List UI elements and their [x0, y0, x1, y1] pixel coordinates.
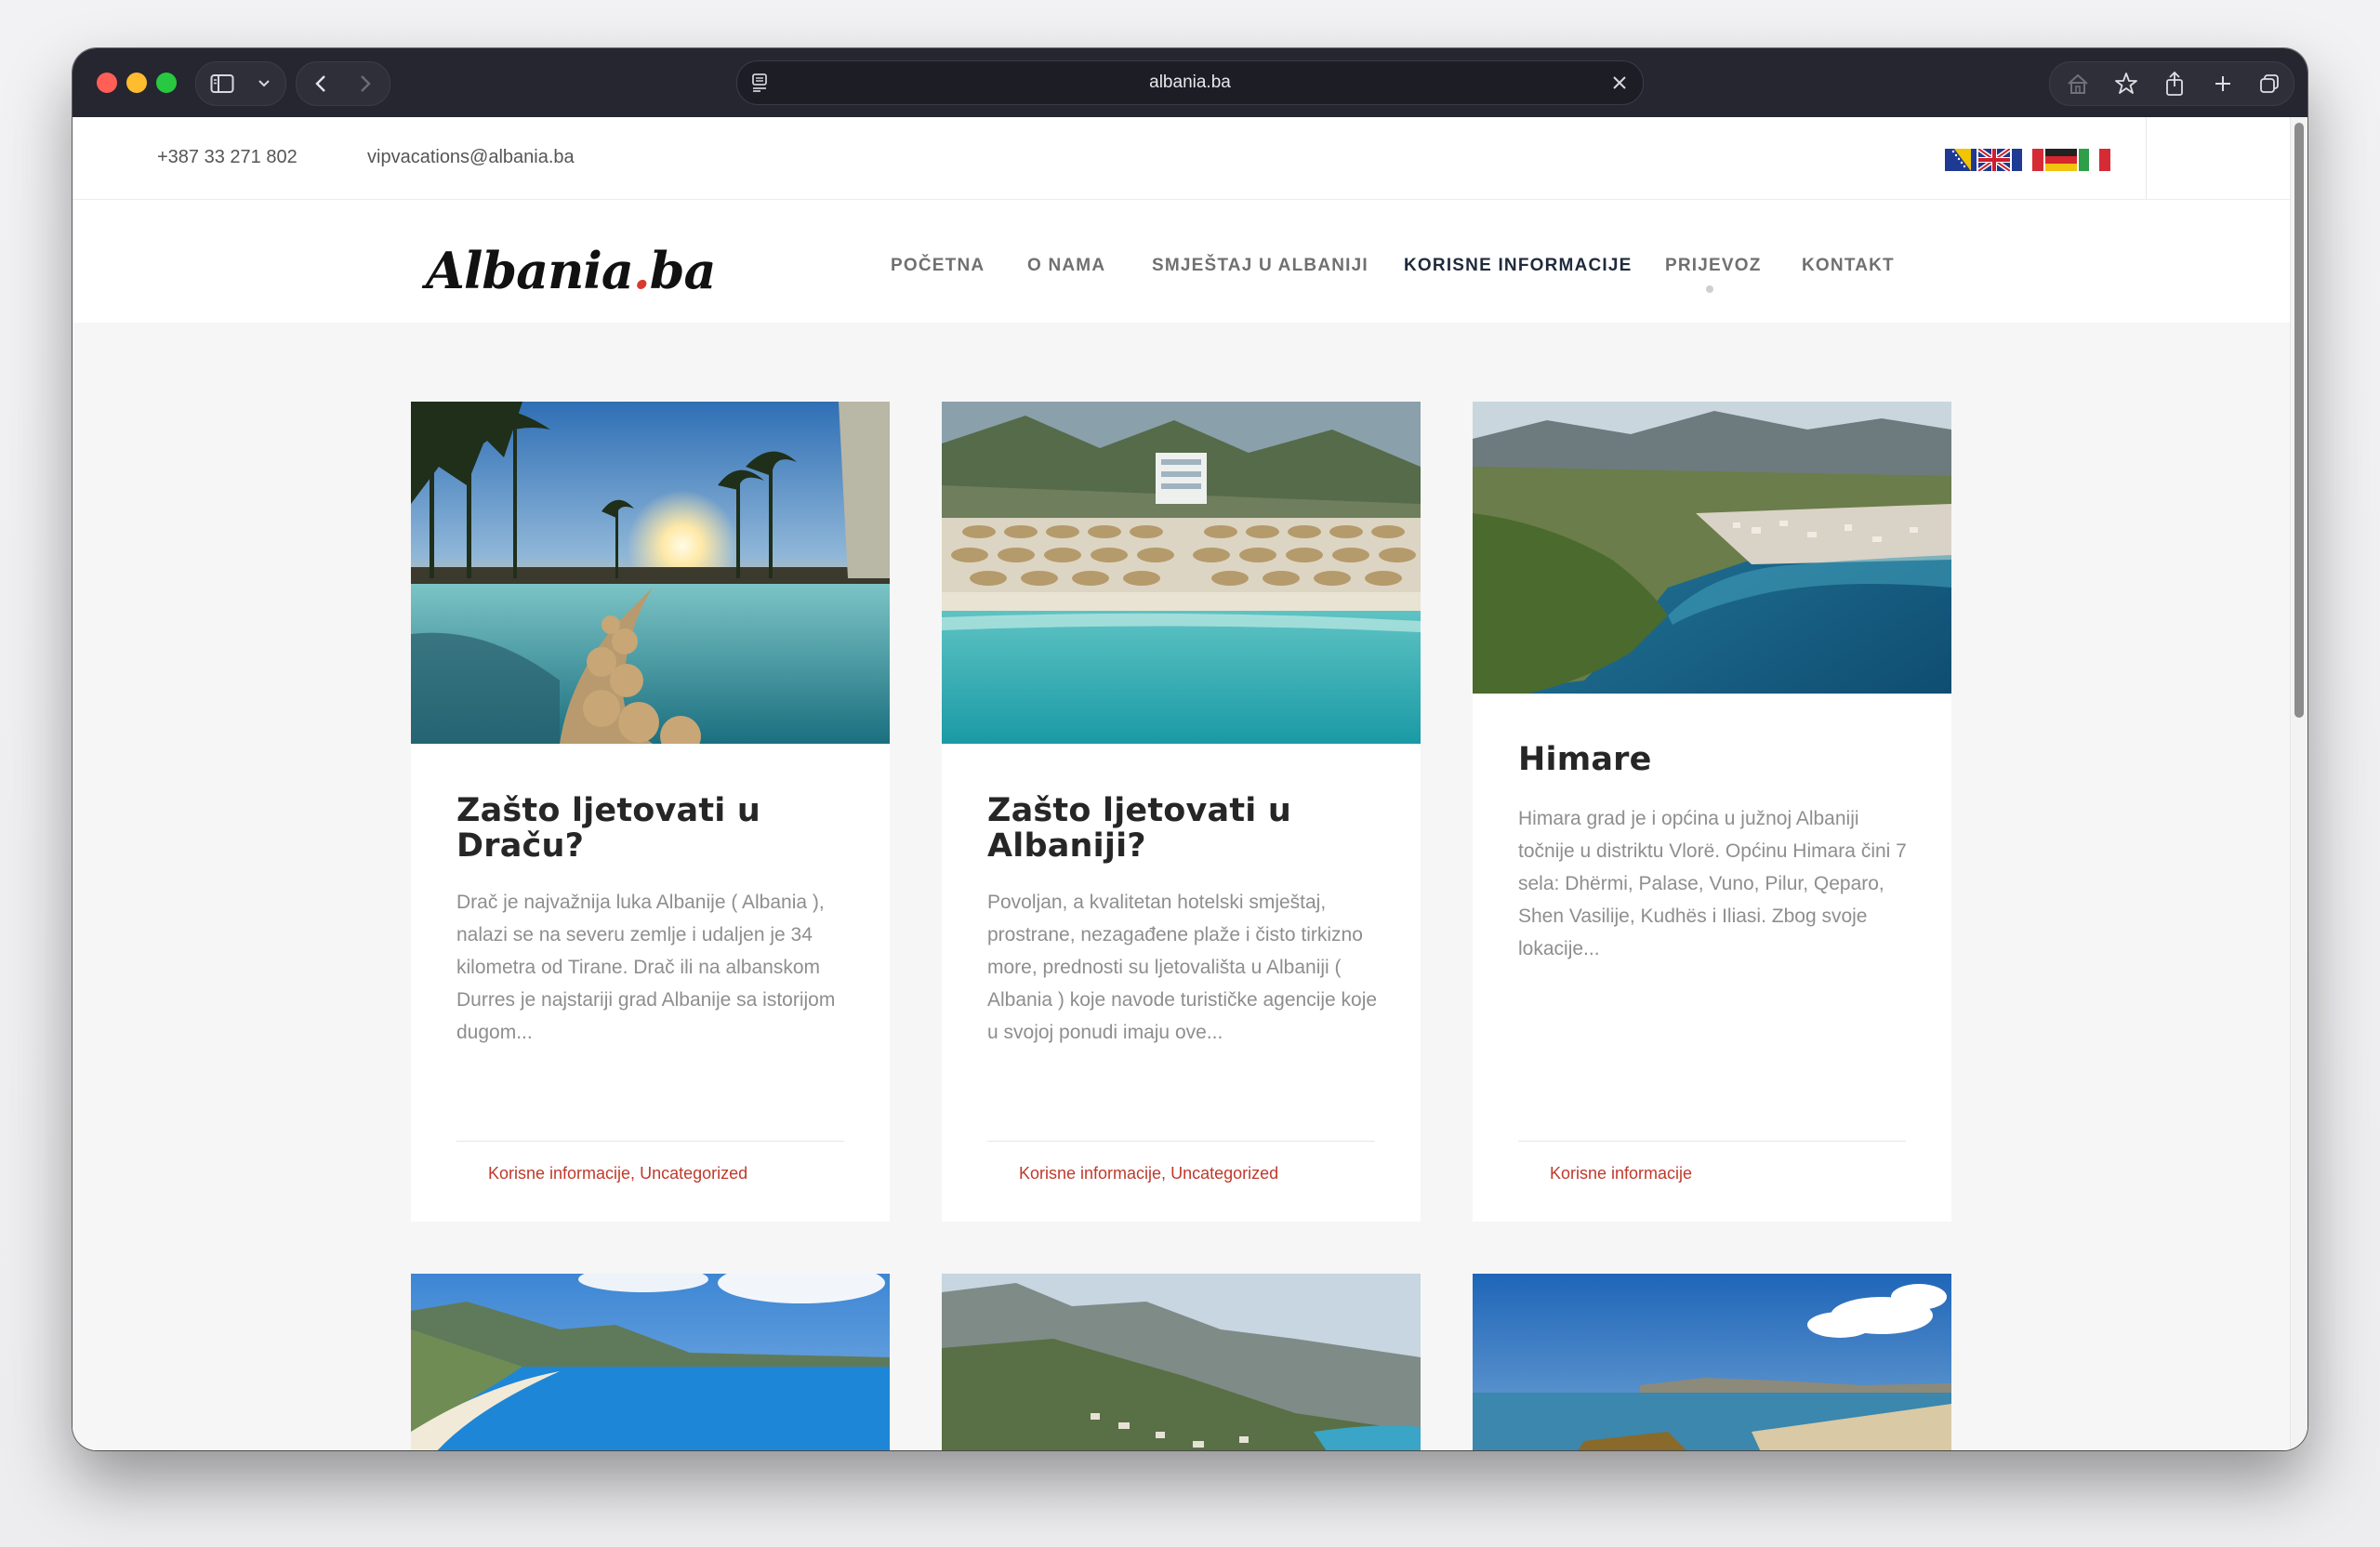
nav-item-o-nama[interactable]: O NAMA [1027, 256, 1105, 276]
post-title[interactable]: Zašto ljetovati u Albaniji? [987, 793, 1378, 864]
home-icon[interactable] [2057, 62, 2098, 105]
post-card: Zašto ljetovati u Draču? Drač je najvažn… [411, 402, 890, 1222]
clear-url-icon[interactable] [1609, 73, 1630, 98]
forward-icon[interactable] [345, 62, 386, 105]
email-link[interactable]: vipvacations@albania.ba [367, 147, 575, 168]
back-icon[interactable] [300, 62, 341, 105]
post-image-beach-hotel[interactable] [942, 402, 1421, 744]
submenu-indicator [1706, 285, 1713, 293]
url-text: albania.ba [1149, 73, 1231, 92]
post-card [411, 1274, 890, 1450]
post-image-durres-beach[interactable] [1473, 1274, 1951, 1450]
nav-item-smjestaj[interactable]: SMJEŠTAJ U ALBANIJI [1152, 256, 1368, 276]
flag-en-icon[interactable] [1978, 149, 2010, 171]
posts-grid: Zašto ljetovati u Draču? Drač je najvažn… [73, 323, 2291, 1450]
browser-window: albania.ba +387 33 271 802 vipvacations@… [73, 48, 2307, 1450]
bookmark-star-icon[interactable] [2106, 62, 2147, 105]
logo-tld-text: ba [649, 241, 717, 300]
post-image-coast-bay[interactable] [411, 1274, 890, 1450]
logo-dot-text: . [632, 241, 651, 300]
sidebar-toggle-group [195, 61, 286, 106]
nav-item-kontakt[interactable]: KONTAKT [1802, 256, 1895, 276]
post-title[interactable]: Zašto ljetovati u Draču? [456, 793, 847, 864]
language-switcher [1945, 149, 2110, 171]
topbar-divider [2146, 117, 2147, 199]
card-divider [1518, 1141, 1906, 1142]
card-divider [456, 1141, 844, 1142]
contact-bar: +387 33 271 802 vipvacations@albania.ba [73, 117, 2291, 200]
post-excerpt: Povoljan, a kvalitetan hotelski smještaj… [987, 892, 1378, 1043]
nav-item-korisne-informacije[interactable]: KORISNE INFORMACIJE [1404, 256, 1633, 276]
nav-item-pocetna[interactable]: POČETNA [891, 256, 985, 276]
flag-bs-icon[interactable] [1945, 149, 1977, 171]
sidebar-icon[interactable] [202, 62, 243, 105]
post-excerpt: Himara grad je i općina u južnoj Albanij… [1518, 808, 1907, 959]
toolbar-actions [2049, 61, 2294, 106]
browser-toolbar: albania.ba [73, 48, 2307, 118]
post-title[interactable]: Himare [1518, 742, 1909, 777]
page-scrollbar[interactable] [2290, 117, 2307, 1450]
web-page: +387 33 271 802 vipvacations@albania.ba [73, 117, 2291, 1450]
share-icon[interactable] [2154, 62, 2195, 105]
tab-overview-icon[interactable] [2249, 62, 2290, 105]
address-bar[interactable]: albania.ba [736, 60, 1644, 105]
post-image-resort-pool[interactable] [411, 402, 890, 744]
post-card [942, 1274, 1421, 1450]
flag-de-icon[interactable] [2045, 149, 2077, 171]
chevron-down-icon[interactable] [248, 62, 280, 105]
logo-main-text: Albania [426, 241, 634, 300]
site-header: Albania.ba POČETNA O NAMA SMJEŠTAJ U ALB… [73, 200, 2291, 323]
close-window-button[interactable] [97, 73, 117, 93]
post-image-himare-bay[interactable] [1473, 402, 1951, 694]
flag-it-icon[interactable] [2079, 149, 2110, 171]
zoom-window-button[interactable] [156, 73, 177, 93]
post-categories[interactable]: Korisne informacije, Uncategorized [1019, 1164, 1278, 1183]
post-card: Himare Himara grad je i općina u južnoj … [1473, 402, 1951, 1222]
phone-link[interactable]: +387 33 271 802 [157, 147, 298, 168]
navigation-group [296, 61, 390, 106]
site-logo[interactable]: Albania.ba [426, 241, 717, 300]
flag-fr-icon[interactable] [2012, 149, 2043, 171]
post-card [1473, 1274, 1951, 1450]
post-categories[interactable]: Korisne informacije, Uncategorized [488, 1164, 747, 1183]
new-tab-icon[interactable] [2202, 62, 2243, 105]
scrollbar-thumb[interactable] [2294, 123, 2304, 718]
post-excerpt: Drač je najvažnija luka Albanije ( Alban… [456, 892, 836, 1043]
post-image-mountain-village[interactable] [942, 1274, 1421, 1450]
nav-item-prijevoz[interactable]: PRIJEVOZ [1665, 256, 1762, 276]
minimize-window-button[interactable] [126, 73, 147, 93]
post-card: Zašto ljetovati u Albaniji? Povoljan, a … [942, 402, 1421, 1222]
post-categories[interactable]: Korisne informacije [1550, 1164, 1692, 1183]
card-divider [987, 1141, 1375, 1142]
